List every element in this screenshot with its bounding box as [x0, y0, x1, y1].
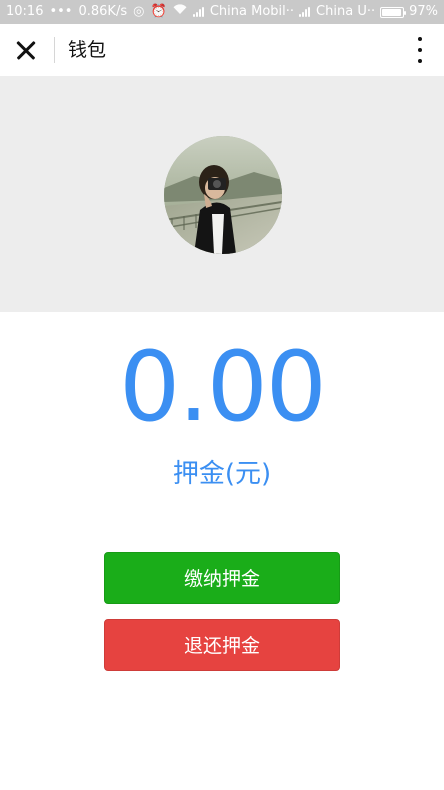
- deposit-amount-label: 押金(元): [172, 459, 272, 489]
- status-left: 10:16 ••• 0.86K/s ◎ ⏰: [6, 0, 187, 24]
- status-carrier-1: China Mobil··: [209, 4, 295, 19]
- status-time: 10:16: [6, 4, 44, 19]
- deposit-amount: 0.00: [119, 331, 327, 443]
- avatar-header: [0, 76, 444, 312]
- status-battery-percent: 97%: [409, 4, 438, 19]
- page-title: 钱包: [68, 39, 107, 61]
- avatar-photo: [164, 136, 282, 254]
- alarm-icon: ⏰: [150, 4, 167, 19]
- battery-icon: [380, 6, 407, 18]
- status-dots: •••: [49, 4, 73, 19]
- status-bar: 10:16 ••• 0.86K/s ◎ ⏰ China Mobil·· Chin…: [0, 0, 444, 24]
- title-divider: [54, 37, 55, 63]
- status-network-speed: 0.86K/s: [78, 4, 128, 19]
- more-vertical-icon[interactable]: [414, 37, 426, 63]
- pay-deposit-button[interactable]: 缴纳押金: [104, 552, 340, 604]
- close-icon[interactable]: [12, 36, 40, 64]
- hotspot-icon: ◎: [133, 4, 145, 19]
- status-right: China Mobil·· China U·· 97%: [192, 0, 438, 24]
- refund-deposit-button[interactable]: 退还押金: [104, 619, 340, 671]
- signal-icon: [192, 7, 205, 17]
- status-carrier-2: China U··: [316, 4, 376, 19]
- signal-icon: [299, 7, 311, 17]
- wifi-icon: [173, 0, 187, 24]
- avatar: [164, 136, 282, 254]
- title-bar: 钱包: [0, 24, 444, 76]
